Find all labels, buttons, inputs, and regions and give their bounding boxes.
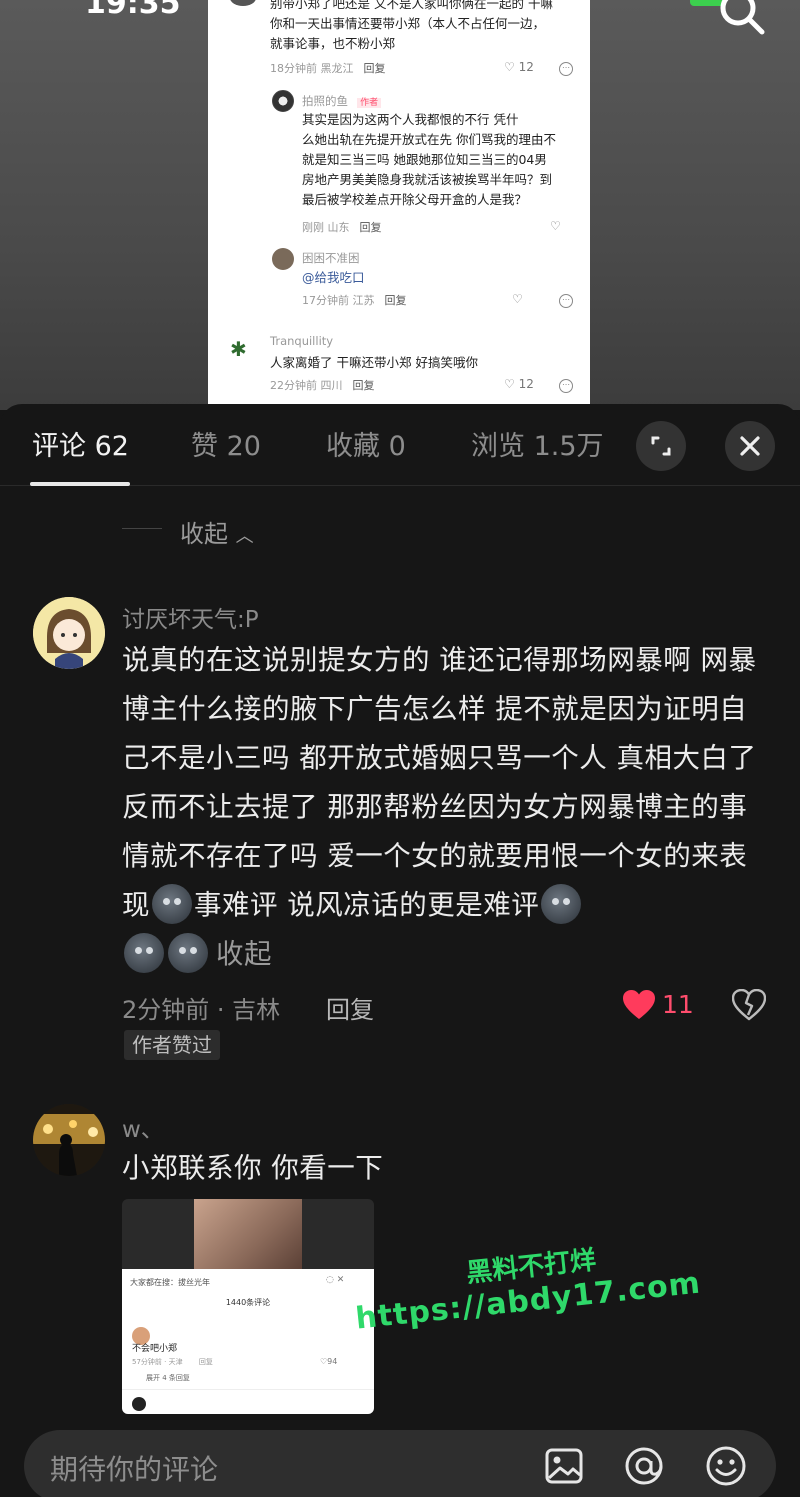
shot-line: 就是知三当三吗 她跟她那位知三当三的04男 [302,152,547,167]
card-meta: 57分钟前 · 天津 [132,1358,183,1366]
reply-button[interactable]: 回复 [326,990,374,1025]
collapse-replies[interactable]: 收起 ︿ [0,504,800,554]
embedded-screenshot: 别带小郑了吧还是 又不是人家叫你俩在一起的 干嘛 你和一天出事情还要带小郑（本人… [208,0,590,404]
emoji-picker-icon[interactable] [704,1444,748,1488]
expand-icon [651,436,671,456]
shot-reply: 回复 [352,379,375,392]
avatar[interactable] [33,597,105,669]
shot-more-icon: ⋯ [559,294,573,308]
username[interactable]: 讨厌坏天气:P [122,600,259,634]
divider [122,528,162,529]
avatar[interactable] [33,1104,105,1176]
input-placeholder: 期待你的评论 [50,1453,219,1486]
shot-top-line: 别带小郑了吧还是 又不是人家叫你俩在一起的 干嘛 [270,0,553,11]
shot-meta: 刚刚 山东 [302,221,350,234]
emoji-icon [168,933,208,973]
image-icon[interactable] [542,1444,586,1488]
shot-more-icon: ⋯ [559,379,573,393]
card-expand: 展开 4 条回复 [146,1374,190,1382]
expand-button[interactable] [636,421,686,471]
shot-reply: 回复 [363,62,386,75]
shot-line: 最后被学校差点开除父母开盒的人是我？ [302,192,528,207]
shot-meta: 22分钟前 四川 [270,379,343,392]
comment-input-bar: 期待你的评论 [0,1418,800,1497]
shot-reply: 回复 [384,294,407,307]
tab-favorites[interactable]: 收藏 0 [326,424,406,463]
shot-username: Tranquillity [270,334,334,348]
mention-icon[interactable] [622,1444,666,1488]
card-header: 大家都在搜：拔丝光年 [130,1278,210,1287]
emoji-icon [124,933,164,973]
shot-top-line: 就事论事，也不粉小郑 [270,36,396,51]
post-media[interactable]: 19:35 别带小郑了吧还是 又不是人家叫你俩在一起的 干嘛 你和一天出事情还要… [0,0,800,410]
tab-bar: 评论 62 赞 20 收藏 0 浏览 1.5万 [0,404,800,486]
comment-text: 小郑联系你 你看一下 [122,1152,384,1184]
active-tab-indicator [30,482,130,486]
card-avatar [132,1397,146,1411]
dislike-heart-icon[interactable] [732,989,766,1021]
shot-username: 困困不准困 [302,251,360,265]
like-count: 11 [662,990,694,1019]
shot-more-icon: ⋯ [559,62,573,76]
status-time: 19:35 [85,0,181,21]
avatar-illustration [33,597,105,669]
collapse-label: 收起 ︿ [180,520,254,548]
fold-link[interactable]: 收起 [216,938,272,970]
comment-meta: 2分钟前 · 吉林 [122,996,281,1024]
shot-username: 拍照的鱼 [302,94,348,108]
shot-line: 么她出轨在先提开放式在先 你们骂我的理由不 [302,132,556,147]
comment-text: 说真的在这说别提女方的 谁还记得那场网暴啊 网暴博主什么接的腋下广告怎么样 提不… [122,636,770,979]
shot-line: 人家离婚了 干嘛还带小郑 好搞笑哦你 [270,355,478,370]
shot-mention: @给我吃口 [302,270,365,285]
comment-sheet: 评论 62 赞 20 收藏 0 浏览 1.5万 收起 ︿ 讨厌坏天气:P 说真的… [0,404,800,1497]
shot-line: 其实是因为这两个人我都恨的不行 凭什 [302,112,519,127]
emoji-icon [541,884,582,924]
shot-like: ♡ 12 [504,60,534,74]
search-icon[interactable] [716,0,768,46]
chevron-up-icon: ︿ [235,526,254,547]
shot-like-icon: ♡ [550,219,561,233]
shot-avatar [272,248,294,270]
shot-meta: 17分钟前 江苏 [302,294,375,307]
author-badge: 作者 [357,98,382,108]
username[interactable]: w、 [122,1110,164,1144]
emoji-icon [152,884,192,924]
image-screenshot: 大家都在搜：拔丝光年 ◌ ✕ 1440条评论 不会吧小郑 57分钟前 · 天津 … [122,1269,374,1414]
tab-views[interactable]: 浏览 1.5万 [471,424,604,463]
shot-reply: 回复 [359,221,382,234]
tab-comments[interactable]: 评论 62 [32,424,129,463]
shot-top-line: 你和一天出事情还要带小郑（本人不占任何一边， [270,16,546,31]
card-like: ♡94 [320,1357,338,1366]
shot-top-meta: 18分钟前 黑龙江 [270,62,354,75]
shot-avatar [272,90,294,112]
shot-tree-avatar: ✱ [230,337,247,361]
heart-filled-icon[interactable] [622,989,656,1021]
avatar-photo [33,1104,105,1176]
comment-input[interactable]: 期待你的评论 [24,1430,776,1497]
card-comment: 不会吧小郑 [132,1344,178,1354]
card-count: 1440条评论 [225,1298,271,1307]
tab-likes[interactable]: 赞 20 [191,424,261,463]
shot-line: 房地产男美美隐身我就活该被挨骂半年吗？到 [302,172,553,187]
close-button[interactable] [725,421,775,471]
card-icons: ◌ ✕ [326,1275,345,1285]
author-liked-badge: 作者赞过 [124,1030,220,1060]
card-reply: 回复 [198,1358,213,1366]
close-icon [740,436,760,456]
shot-like-icon: ♡ [512,292,523,306]
shot-like: ♡ 12 [504,377,534,391]
comment-image[interactable]: 大家都在搜：拔丝光年 ◌ ✕ 1440条评论 不会吧小郑 57分钟前 · 天津 … [122,1199,374,1414]
image-photo [194,1199,302,1269]
